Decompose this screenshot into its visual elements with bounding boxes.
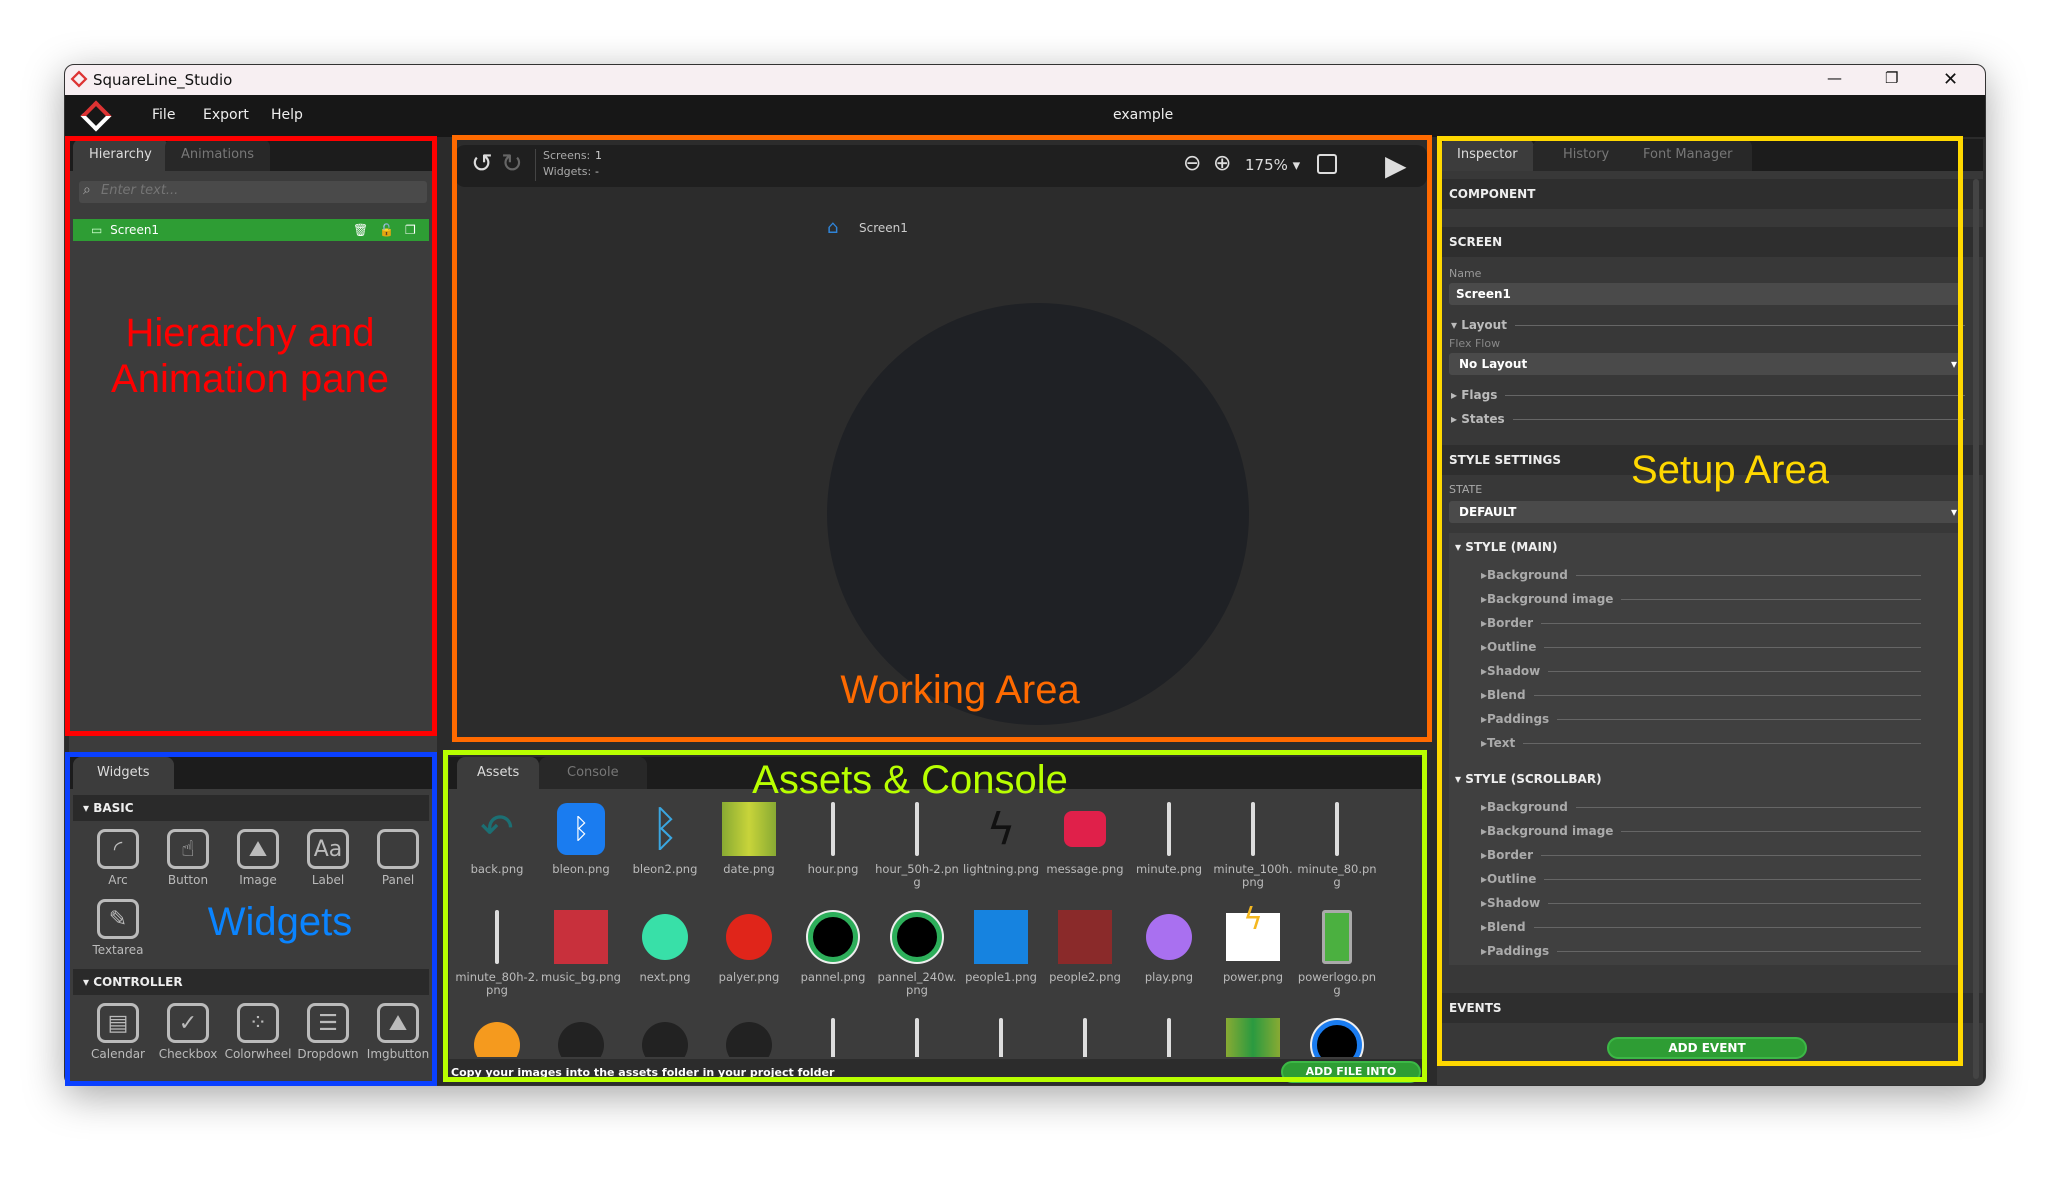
annotation-working: Working Area [840,668,1080,712]
annotation-hierarchy: Hierarchy and Animation pane [111,311,389,401]
menu-help[interactable]: Help [271,107,303,123]
annotation-widgets: Widgets [207,900,353,944]
menu-file[interactable]: File [152,107,175,123]
annotation-assets: Assets & Console [752,758,1068,802]
close-button[interactable]: ✕ [1943,69,1958,90]
window-title: SquareLine_Studio [93,71,233,89]
annotation-setup: Setup Area [1631,448,1829,492]
squareline-logo-icon [80,100,112,132]
inspector-scrollbar[interactable] [1973,179,1979,1079]
menu-export[interactable]: Export [203,107,249,123]
annotation-box-hierarchy [65,136,437,736]
project-name: example [1113,107,1174,123]
annotation-box-working [452,135,1432,742]
menu-bar: File Export Help example [65,95,1985,137]
title-bar: SquareLine_Studio — ❐ ✕ [65,65,1985,95]
annotation-box-setup [1437,136,1963,1066]
app-logo-icon [70,70,88,88]
minimize-button[interactable]: — [1827,69,1842,87]
maximize-button[interactable]: ❐ [1885,69,1898,87]
